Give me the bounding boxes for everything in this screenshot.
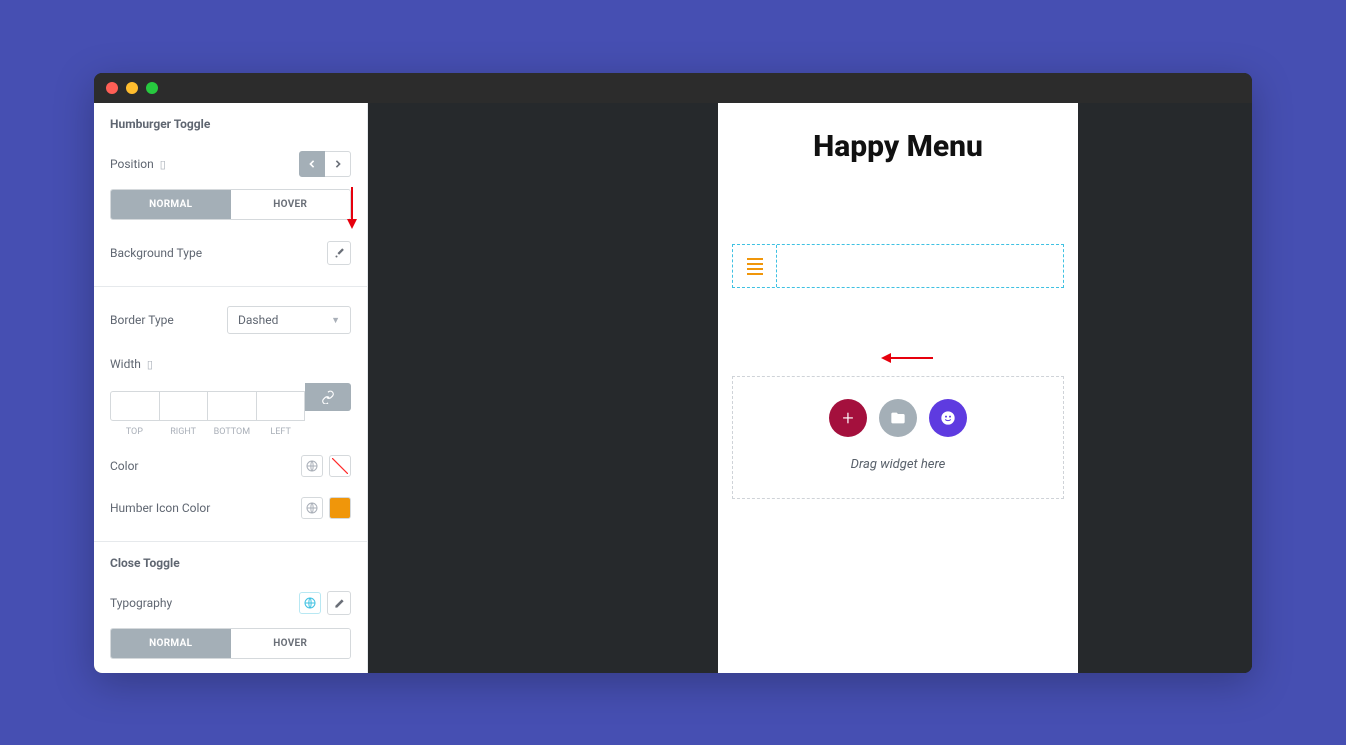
hamburger-toggle-heading: Humburger Toggle: [110, 117, 351, 131]
style-sidebar: Humburger Toggle Position ▯: [94, 103, 368, 673]
tab-normal[interactable]: NORMAL: [111, 190, 231, 219]
close-tab-hover[interactable]: HOVER: [231, 629, 351, 658]
bg-type-brush-button[interactable]: [327, 241, 351, 265]
position-label: Position ▯: [110, 157, 166, 171]
tab-hover[interactable]: HOVER: [231, 190, 351, 219]
hamburger-icon: [747, 258, 763, 275]
width-right-caption: RIGHT: [159, 427, 208, 437]
state-tabs: NORMAL HOVER: [110, 189, 351, 220]
width-left-caption: LEFT: [256, 427, 305, 437]
border-type-select[interactable]: Dashed ▼: [227, 306, 351, 334]
preview-canvas: Happy Menu +: [368, 103, 1252, 673]
color-label: Color: [110, 459, 138, 473]
typography-label: Typography: [110, 596, 172, 610]
color-swatch[interactable]: [329, 455, 351, 477]
close-toggle-heading: Close Toggle: [110, 556, 351, 570]
close-tab-normal[interactable]: NORMAL: [111, 629, 231, 658]
annotation-arrow-icon: [344, 185, 360, 231]
icon-color-global-button[interactable]: [301, 497, 323, 519]
page-title: Happy Menu: [718, 129, 1078, 164]
favorites-widget-button[interactable]: [929, 399, 967, 437]
icon-color-label: Humber Icon Color: [110, 501, 210, 515]
icon-color-swatch[interactable]: [329, 497, 351, 519]
position-right-button[interactable]: [325, 151, 351, 177]
maximize-dot-icon[interactable]: [146, 82, 158, 94]
nav-menu-widget[interactable]: [732, 244, 1064, 288]
widget-drop-zone[interactable]: + Drag widget here: [732, 376, 1064, 499]
hamburger-toggle-button[interactable]: [733, 245, 777, 287]
typography-edit-button[interactable]: [327, 591, 351, 615]
width-bottom-caption: BOTTOM: [208, 427, 257, 437]
color-global-button[interactable]: [301, 455, 323, 477]
width-top-input[interactable]: [111, 392, 160, 420]
titlebar: [94, 73, 1252, 103]
position-left-button[interactable]: [299, 151, 325, 177]
annotation-arrow-icon: [879, 352, 935, 364]
width-link-button[interactable]: [305, 383, 351, 411]
width-label: Width ▯: [110, 357, 153, 371]
add-widget-button[interactable]: +: [829, 399, 867, 437]
mobile-preview: Happy Menu +: [718, 103, 1078, 673]
width-right-input[interactable]: [160, 392, 209, 420]
device-icon[interactable]: ▯: [147, 358, 153, 371]
folder-widget-button[interactable]: [879, 399, 917, 437]
border-type-label: Border Type: [110, 313, 174, 327]
sidebar-collapse-handle[interactable]: [367, 389, 368, 435]
width-bottom-input[interactable]: [208, 392, 257, 420]
content-area: Humburger Toggle Position ▯: [94, 103, 1252, 673]
close-dot-icon[interactable]: [106, 82, 118, 94]
app-window: Humburger Toggle Position ▯: [94, 73, 1252, 673]
typography-global-button[interactable]: [299, 592, 321, 614]
drag-widget-text: Drag widget here: [733, 457, 1063, 472]
width-left-input[interactable]: [257, 392, 305, 420]
close-state-tabs: NORMAL HOVER: [110, 628, 351, 659]
width-top-caption: TOP: [110, 427, 159, 437]
minimize-dot-icon[interactable]: [126, 82, 138, 94]
bg-type-label: Background Type: [110, 246, 202, 260]
device-icon[interactable]: ▯: [160, 158, 166, 171]
